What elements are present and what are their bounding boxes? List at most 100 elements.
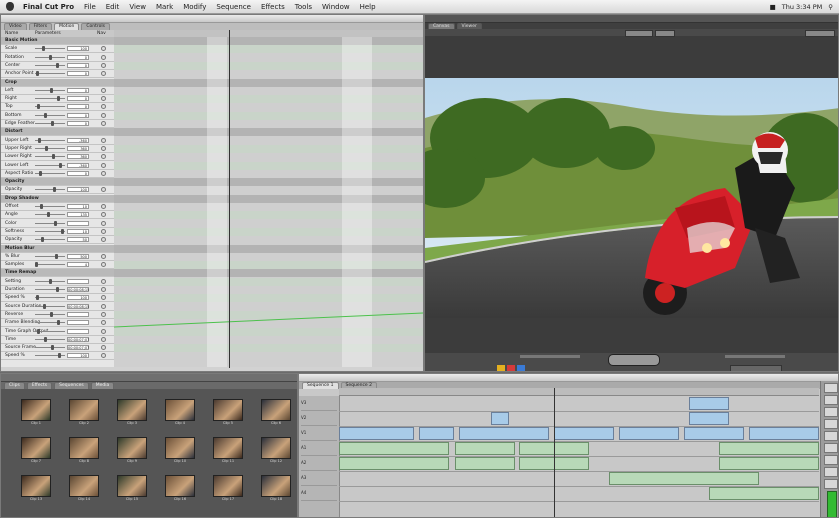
parameter-row[interactable]: Bottom 0: [1, 112, 114, 120]
track-header[interactable]: A3: [301, 471, 337, 486]
parameter-value-field[interactable]: 4: [67, 262, 89, 268]
parameter-row[interactable]: Duration 00:00:08;15: [1, 286, 114, 294]
slider-knob[interactable]: [43, 303, 46, 309]
edit-select-tool-icon[interactable]: [824, 395, 838, 405]
slider-knob[interactable]: [40, 204, 43, 209]
parameter-slider[interactable]: [35, 295, 65, 301]
playback-controls[interactable]: [608, 354, 660, 366]
clip-thumbnail[interactable]: Clip 7: [21, 437, 51, 467]
parameter-row[interactable]: Center 0: [1, 62, 114, 70]
viewer-titlebar[interactable]: [1, 15, 423, 23]
parameter-slider[interactable]: [35, 145, 65, 151]
parameter-slider[interactable]: [35, 62, 65, 68]
parameter-value-field[interactable]: 135: [67, 212, 89, 218]
keyframe-button-icon[interactable]: [101, 287, 106, 292]
parameter-row[interactable]: Speed % 100: [1, 294, 114, 303]
parameter-value-field[interactable]: 360: [67, 154, 89, 160]
parameter-section[interactable]: Distort: [1, 128, 114, 137]
parameter-section[interactable]: Crop: [1, 78, 114, 87]
track-header[interactable]: A2: [301, 456, 337, 471]
audio-clip[interactable]: [719, 457, 819, 470]
slider-knob[interactable]: [57, 96, 60, 102]
parameter-value-field[interactable]: 0: [67, 170, 89, 176]
parameter-row[interactable]: Color: [1, 220, 114, 228]
clip-thumbnail[interactable]: Clip 1: [21, 399, 51, 429]
parameter-value-field[interactable]: 00:00:07;07: [67, 336, 89, 342]
parameter-value-field[interactable]: 0: [67, 121, 89, 126]
slider-knob[interactable]: [56, 62, 59, 68]
video-clip[interactable]: [339, 427, 414, 440]
canvas-titlebar[interactable]: [425, 15, 838, 23]
parameter-section[interactable]: Basic Motion: [1, 37, 114, 45]
slider-knob[interactable]: [36, 295, 39, 301]
parameter-value-field[interactable]: 360: [67, 145, 89, 151]
clip-thumbnail[interactable]: Clip 4: [165, 399, 195, 429]
parameter-slider[interactable]: [35, 170, 65, 176]
clip-thumbnail[interactable]: Clip 2: [69, 399, 99, 429]
parameter-value-field[interactable]: 0: [67, 104, 89, 110]
parameter-row[interactable]: Source Duration 00:00:08;15: [1, 303, 114, 311]
parameter-row[interactable]: Edge Feather 0: [1, 120, 114, 128]
insert-edit-button[interactable]: [497, 365, 505, 371]
timeline-ruler[interactable]: [339, 388, 819, 396]
zoom-popup[interactable]: [625, 30, 653, 37]
slider-knob[interactable]: [61, 228, 64, 234]
video-clip[interactable]: [459, 427, 549, 440]
parameter-row[interactable]: Upper Left -360: [1, 137, 114, 145]
roll-tool-icon[interactable]: [824, 419, 838, 429]
parameter-row[interactable]: Setting: [1, 278, 114, 286]
parameter-slider[interactable]: [35, 303, 65, 309]
mark-buttons[interactable]: [730, 365, 782, 371]
menu-mark[interactable]: Mark: [151, 3, 178, 11]
parameter-row[interactable]: Upper Right 360: [1, 145, 114, 153]
keyframe-button-icon[interactable]: [101, 345, 106, 351]
parameter-row[interactable]: Samples 4: [1, 261, 114, 270]
clip-thumbnail[interactable]: Clip 15: [117, 475, 147, 505]
parameter-slider[interactable]: [35, 220, 65, 226]
parameter-section[interactable]: Drop Shadow: [1, 194, 114, 203]
parameter-value-field[interactable]: 100: [67, 46, 89, 52]
timecode-field[interactable]: [805, 30, 835, 37]
keyframe-button-icon[interactable]: [101, 228, 106, 234]
audio-clip[interactable]: [719, 442, 819, 455]
parameter-value-field[interactable]: 100: [67, 353, 89, 359]
parameter-slider[interactable]: [35, 237, 65, 243]
parameter-row[interactable]: Angle 135: [1, 211, 114, 220]
menu-modify[interactable]: Modify: [178, 3, 211, 11]
slider-knob[interactable]: [52, 154, 55, 160]
clip-thumbnail[interactable]: Clip 14: [69, 475, 99, 505]
slider-knob[interactable]: [39, 170, 42, 176]
slider-knob[interactable]: [56, 287, 59, 292]
menu-help[interactable]: Help: [355, 3, 381, 11]
parameter-row[interactable]: Softness 10: [1, 228, 114, 236]
overwrite-edit-button[interactable]: [507, 365, 515, 371]
parameter-section[interactable]: Opacity: [1, 178, 114, 187]
slider-knob[interactable]: [57, 320, 60, 326]
clip-thumbnail[interactable]: Clip 10: [165, 437, 195, 467]
parameter-slider[interactable]: [35, 87, 65, 93]
slider-knob[interactable]: [37, 328, 40, 334]
parameter-slider[interactable]: [35, 253, 65, 259]
parameter-value-field[interactable]: 0: [67, 96, 89, 102]
parameter-slider[interactable]: [35, 154, 65, 160]
apple-menu-icon[interactable]: [6, 2, 14, 11]
parameter-slider[interactable]: [35, 46, 65, 52]
parameter-row[interactable]: Anchor Point 0: [1, 70, 114, 79]
parameter-slider[interactable]: [35, 336, 65, 342]
parameter-slider[interactable]: [35, 278, 65, 284]
tab-video[interactable]: Video: [4, 23, 27, 30]
slider-knob[interactable]: [51, 345, 54, 351]
menu-effects[interactable]: Effects: [256, 3, 290, 11]
tab-sequences[interactable]: Sequences: [54, 382, 89, 389]
keyframe-button-icon[interactable]: [101, 262, 106, 268]
slider-knob[interactable]: [47, 212, 50, 218]
replace-edit-button[interactable]: [517, 365, 525, 371]
parameter-value-field[interactable]: 10: [67, 204, 89, 209]
timeline-playhead[interactable]: [554, 388, 555, 517]
keyframe-button-icon[interactable]: [101, 54, 106, 60]
parameter-row[interactable]: Offset 10: [1, 203, 114, 211]
menu-clock[interactable]: Thu 3:34 PM: [782, 3, 822, 11]
slider-knob[interactable]: [37, 104, 40, 110]
parameter-value-field[interactable]: 00:00:08;15: [67, 303, 89, 309]
slider-knob[interactable]: [42, 46, 45, 52]
